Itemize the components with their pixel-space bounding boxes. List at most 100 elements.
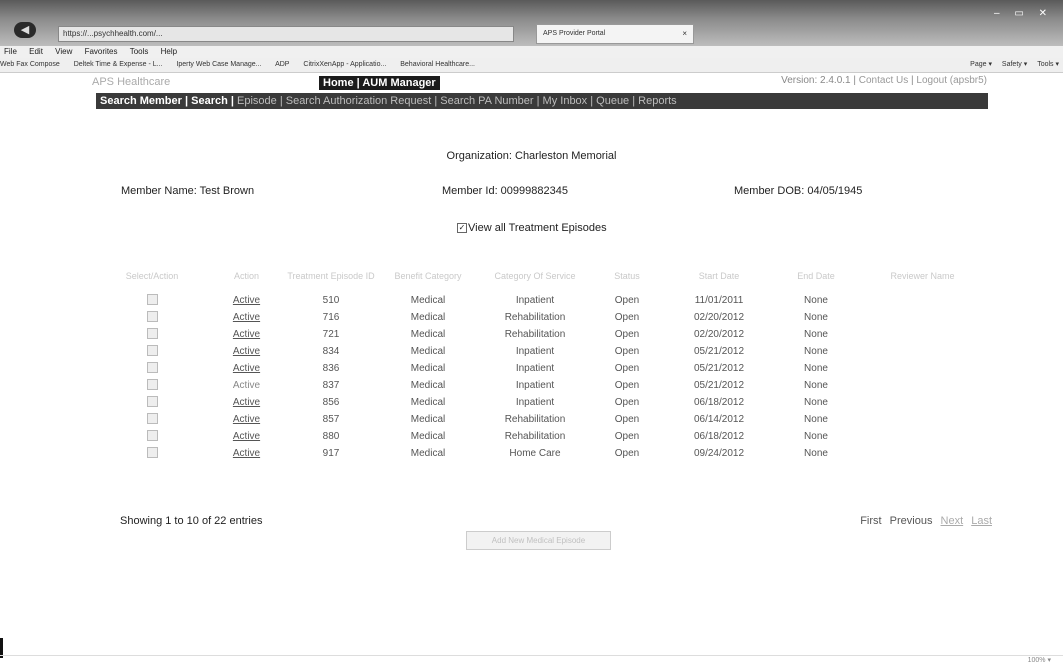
favorite-link[interactable]: ADP	[275, 61, 289, 68]
select-icon[interactable]	[96, 309, 208, 326]
version-bar: Version: 2.4.0.1 | Contact Us | Logout (…	[781, 75, 987, 86]
address-bar[interactable]: https://...psychhealth.com/...	[58, 26, 514, 42]
favorite-link[interactable]: Iperty Web Case Manage...	[176, 61, 261, 68]
page-first[interactable]: First	[860, 515, 881, 527]
row-select-icon[interactable]	[146, 344, 158, 356]
select-icon[interactable]	[96, 428, 208, 445]
row-action[interactable]: Active	[208, 292, 285, 309]
row-select-icon[interactable]	[146, 412, 158, 424]
row-select-icon[interactable]	[146, 446, 158, 458]
row-episode-id: 917	[322, 448, 340, 459]
row-select-icon[interactable]	[146, 395, 158, 407]
row-action[interactable]: Active	[208, 411, 285, 428]
favorite-link[interactable]: Deltek Time & Expense - L...	[74, 61, 163, 68]
row-action[interactable]: Active	[208, 428, 285, 445]
col-reviewer[interactable]: Reviewer Name	[857, 260, 988, 292]
row-select-icon[interactable]	[146, 310, 158, 322]
row-start-date: 05/21/2012	[693, 380, 745, 391]
col-end[interactable]: End Date	[775, 260, 857, 292]
menu-help[interactable]: Help	[161, 47, 177, 56]
col-episode-id[interactable]: Treatment Episode ID	[285, 260, 377, 292]
page-previous[interactable]: Previous	[890, 515, 933, 527]
row-action[interactable]: Active	[208, 326, 285, 343]
col-start[interactable]: Start Date	[663, 260, 775, 292]
favorite-link[interactable]: CitrixXenApp - Applicatio...	[303, 61, 386, 68]
view-all-episodes[interactable]: ✓ View all Treatment Episodes	[457, 222, 607, 234]
zoom-level[interactable]: 100% ▾	[1028, 656, 1051, 664]
row-select-icon[interactable]	[146, 361, 158, 373]
command-bar: Page ▾ Safety ▾ Tools ▾	[962, 58, 1059, 72]
col-status[interactable]: Status	[591, 260, 663, 292]
row-status: Open	[614, 346, 640, 357]
row-service: Rehabilitation	[504, 329, 566, 340]
row-reviewer	[857, 428, 988, 445]
nav-items[interactable]: Episode | Search Authorization Request |…	[237, 95, 677, 107]
table-row[interactable]: Active 837 Medical Inpatient Open 05/21/2012 N…	[96, 377, 988, 394]
row-action[interactable]: Active	[208, 360, 285, 377]
favorite-link[interactable]: Behavioral Healthcare...	[400, 61, 475, 68]
col-action[interactable]: Action	[208, 260, 285, 292]
menu-tools[interactable]: Tools	[130, 47, 149, 56]
col-benefit[interactable]: Benefit Category	[377, 260, 479, 292]
row-action[interactable]: Active	[208, 394, 285, 411]
table-row[interactable]: Active 856 Medical Inpatient Open 06/18/2012 N…	[96, 394, 988, 411]
tools-menu[interactable]: Tools ▾	[1037, 61, 1059, 68]
nav-search-member[interactable]: Search Member | Search |	[96, 95, 234, 107]
home-nav[interactable]: Home | AUM Manager	[319, 76, 440, 90]
menu-favorites[interactable]: Favorites	[85, 47, 118, 56]
tab-close-icon[interactable]: ×	[682, 25, 687, 43]
view-all-checkbox[interactable]: ✓	[457, 223, 467, 234]
table-row[interactable]: Active 880 Medical Rehabilitation Open 06/18/…	[96, 428, 988, 445]
page-last[interactable]: Last	[971, 515, 992, 527]
add-episode-button[interactable]: Add New Medical Episode	[466, 531, 611, 550]
table-row[interactable]: Active 836 Medical Inpatient Open 05/21/2012 N…	[96, 360, 988, 377]
logout-link[interactable]: Logout (apsbr5)	[916, 75, 987, 86]
row-action[interactable]: Active	[208, 377, 285, 394]
organization-label: Organization: Charleston Memorial	[446, 150, 617, 162]
table-row[interactable]: Active 857 Medical Rehabilitation Open 06/14/…	[96, 411, 988, 428]
row-start-date: 06/14/2012	[693, 414, 745, 425]
menu-edit[interactable]: Edit	[29, 47, 43, 56]
table-row[interactable]: Active 917 Medical Home Care Open 09/24/2012 N…	[96, 445, 988, 462]
row-action[interactable]: Active	[208, 343, 285, 360]
row-select-icon[interactable]	[146, 378, 158, 390]
select-icon[interactable]	[96, 343, 208, 360]
menu-file[interactable]: File	[4, 47, 17, 56]
row-select-icon[interactable]	[146, 293, 158, 305]
menu-view[interactable]: View	[55, 47, 72, 56]
select-icon[interactable]	[96, 360, 208, 377]
safety-menu[interactable]: Safety ▾	[1002, 61, 1027, 68]
row-start-date: 06/18/2012	[693, 431, 745, 442]
row-service: Inpatient	[515, 397, 555, 408]
select-icon[interactable]	[96, 445, 208, 462]
row-select-icon[interactable]	[146, 327, 158, 339]
select-icon[interactable]	[96, 377, 208, 394]
favorite-link[interactable]: Web Fax Compose	[0, 61, 60, 68]
select-icon[interactable]	[96, 394, 208, 411]
row-benefit: Medical	[410, 312, 446, 323]
row-action[interactable]: Active	[208, 309, 285, 326]
back-icon[interactable]: ◀	[14, 22, 36, 38]
select-icon[interactable]	[96, 326, 208, 343]
table-row[interactable]: Active 716 Medical Rehabilitation Open 02/20/…	[96, 309, 988, 326]
contact-link[interactable]: Contact Us	[859, 75, 908, 86]
table-row[interactable]: Active 834 Medical Inpatient Open 05/21/2012 N…	[96, 343, 988, 360]
version-text: Version: 2.4.0.1	[781, 75, 851, 86]
row-status: Open	[614, 431, 640, 442]
row-action[interactable]: Active	[208, 445, 285, 462]
row-benefit: Medical	[410, 380, 446, 391]
member-id: Member Id: 00999882345	[442, 185, 568, 197]
table-row[interactable]: Active 721 Medical Rehabilitation Open 02/20/…	[96, 326, 988, 343]
select-icon[interactable]	[96, 292, 208, 309]
row-select-icon[interactable]	[146, 429, 158, 441]
page-menu[interactable]: Page ▾	[970, 61, 992, 68]
row-benefit: Medical	[410, 448, 446, 459]
browser-tab[interactable]: APS Provider Portal ×	[536, 24, 694, 44]
col-select[interactable]: Select/Action	[96, 260, 208, 292]
select-icon[interactable]	[96, 411, 208, 428]
window-controls[interactable]: – ▭ ✕	[994, 8, 1053, 19]
row-start-date: 05/21/2012	[693, 346, 745, 357]
page-next[interactable]: Next	[941, 515, 964, 527]
col-service[interactable]: Category Of Service	[479, 260, 591, 292]
table-row[interactable]: Active 510 Medical Inpatient Open 11/01/2011 N…	[96, 292, 988, 309]
